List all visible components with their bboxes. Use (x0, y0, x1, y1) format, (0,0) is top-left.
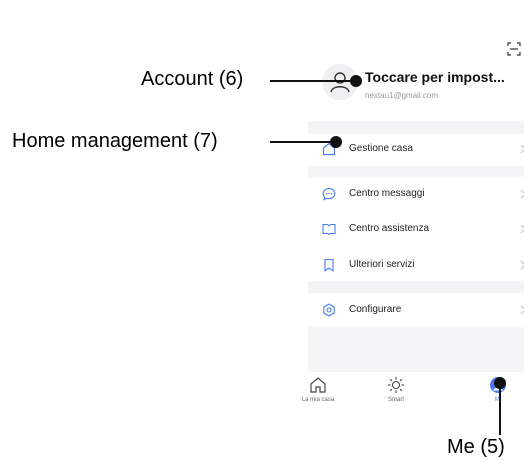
menu-item-help-center[interactable]: Centro assistenza (308, 216, 524, 244)
annotation-dot (350, 75, 362, 87)
book-icon (322, 223, 336, 236)
menu-item-label: Centro assistenza (349, 223, 430, 234)
account-title[interactable]: Toccare per impost... (365, 69, 505, 85)
annotation-me-label: Me (5) (447, 436, 505, 458)
home-outline-icon (310, 377, 326, 393)
menu-item-label: Gestione casa (349, 143, 413, 154)
annotation-leader-line (270, 141, 336, 143)
account-email: nextau1@gmail.com (365, 91, 439, 100)
chevron-right-icon (520, 260, 524, 270)
chat-bubble-icon (322, 187, 336, 201)
tab-label: Mi (494, 397, 502, 403)
menu-item-label: Configurare (349, 304, 402, 315)
menu-item-label: Centro messaggi (349, 188, 425, 199)
chevron-right-icon (520, 189, 524, 199)
hexagon-gear-icon (323, 303, 335, 317)
annotation-account-label: Account (6) (141, 68, 244, 90)
tab-label: La mia casa (301, 397, 335, 403)
tab-my-home[interactable]: La mia casa (288, 376, 348, 403)
chevron-right-icon (520, 224, 524, 234)
chevron-right-icon (520, 305, 524, 315)
tab-label: Smart (387, 397, 404, 403)
chevron-right-icon (520, 144, 524, 154)
user-silhouette-icon (330, 72, 350, 93)
separator-band (308, 281, 524, 293)
annotation-leader-line (270, 80, 356, 82)
annotation-home-management-label: Home management (7) (12, 130, 218, 152)
menu-item-label: Ulteriori servizi (349, 259, 415, 270)
annotation-dot (330, 136, 342, 148)
content-empty-area (308, 327, 524, 372)
sun-icon (388, 377, 404, 393)
separator-band (308, 166, 524, 177)
separator-band (308, 121, 524, 134)
annotation-leader-line (499, 385, 501, 435)
bottom-tab-bar: La mia casa Smart Mi (302, 372, 524, 412)
scan-icon[interactable] (507, 42, 521, 56)
menu-item-message-center[interactable]: Centro messaggi (308, 181, 524, 209)
bookmark-icon (324, 258, 334, 272)
tab-smart[interactable]: Smart (366, 376, 426, 403)
menu-item-more-services[interactable]: Ulteriori servizi (308, 252, 524, 280)
menu-item-configure[interactable]: Configurare (308, 297, 524, 325)
